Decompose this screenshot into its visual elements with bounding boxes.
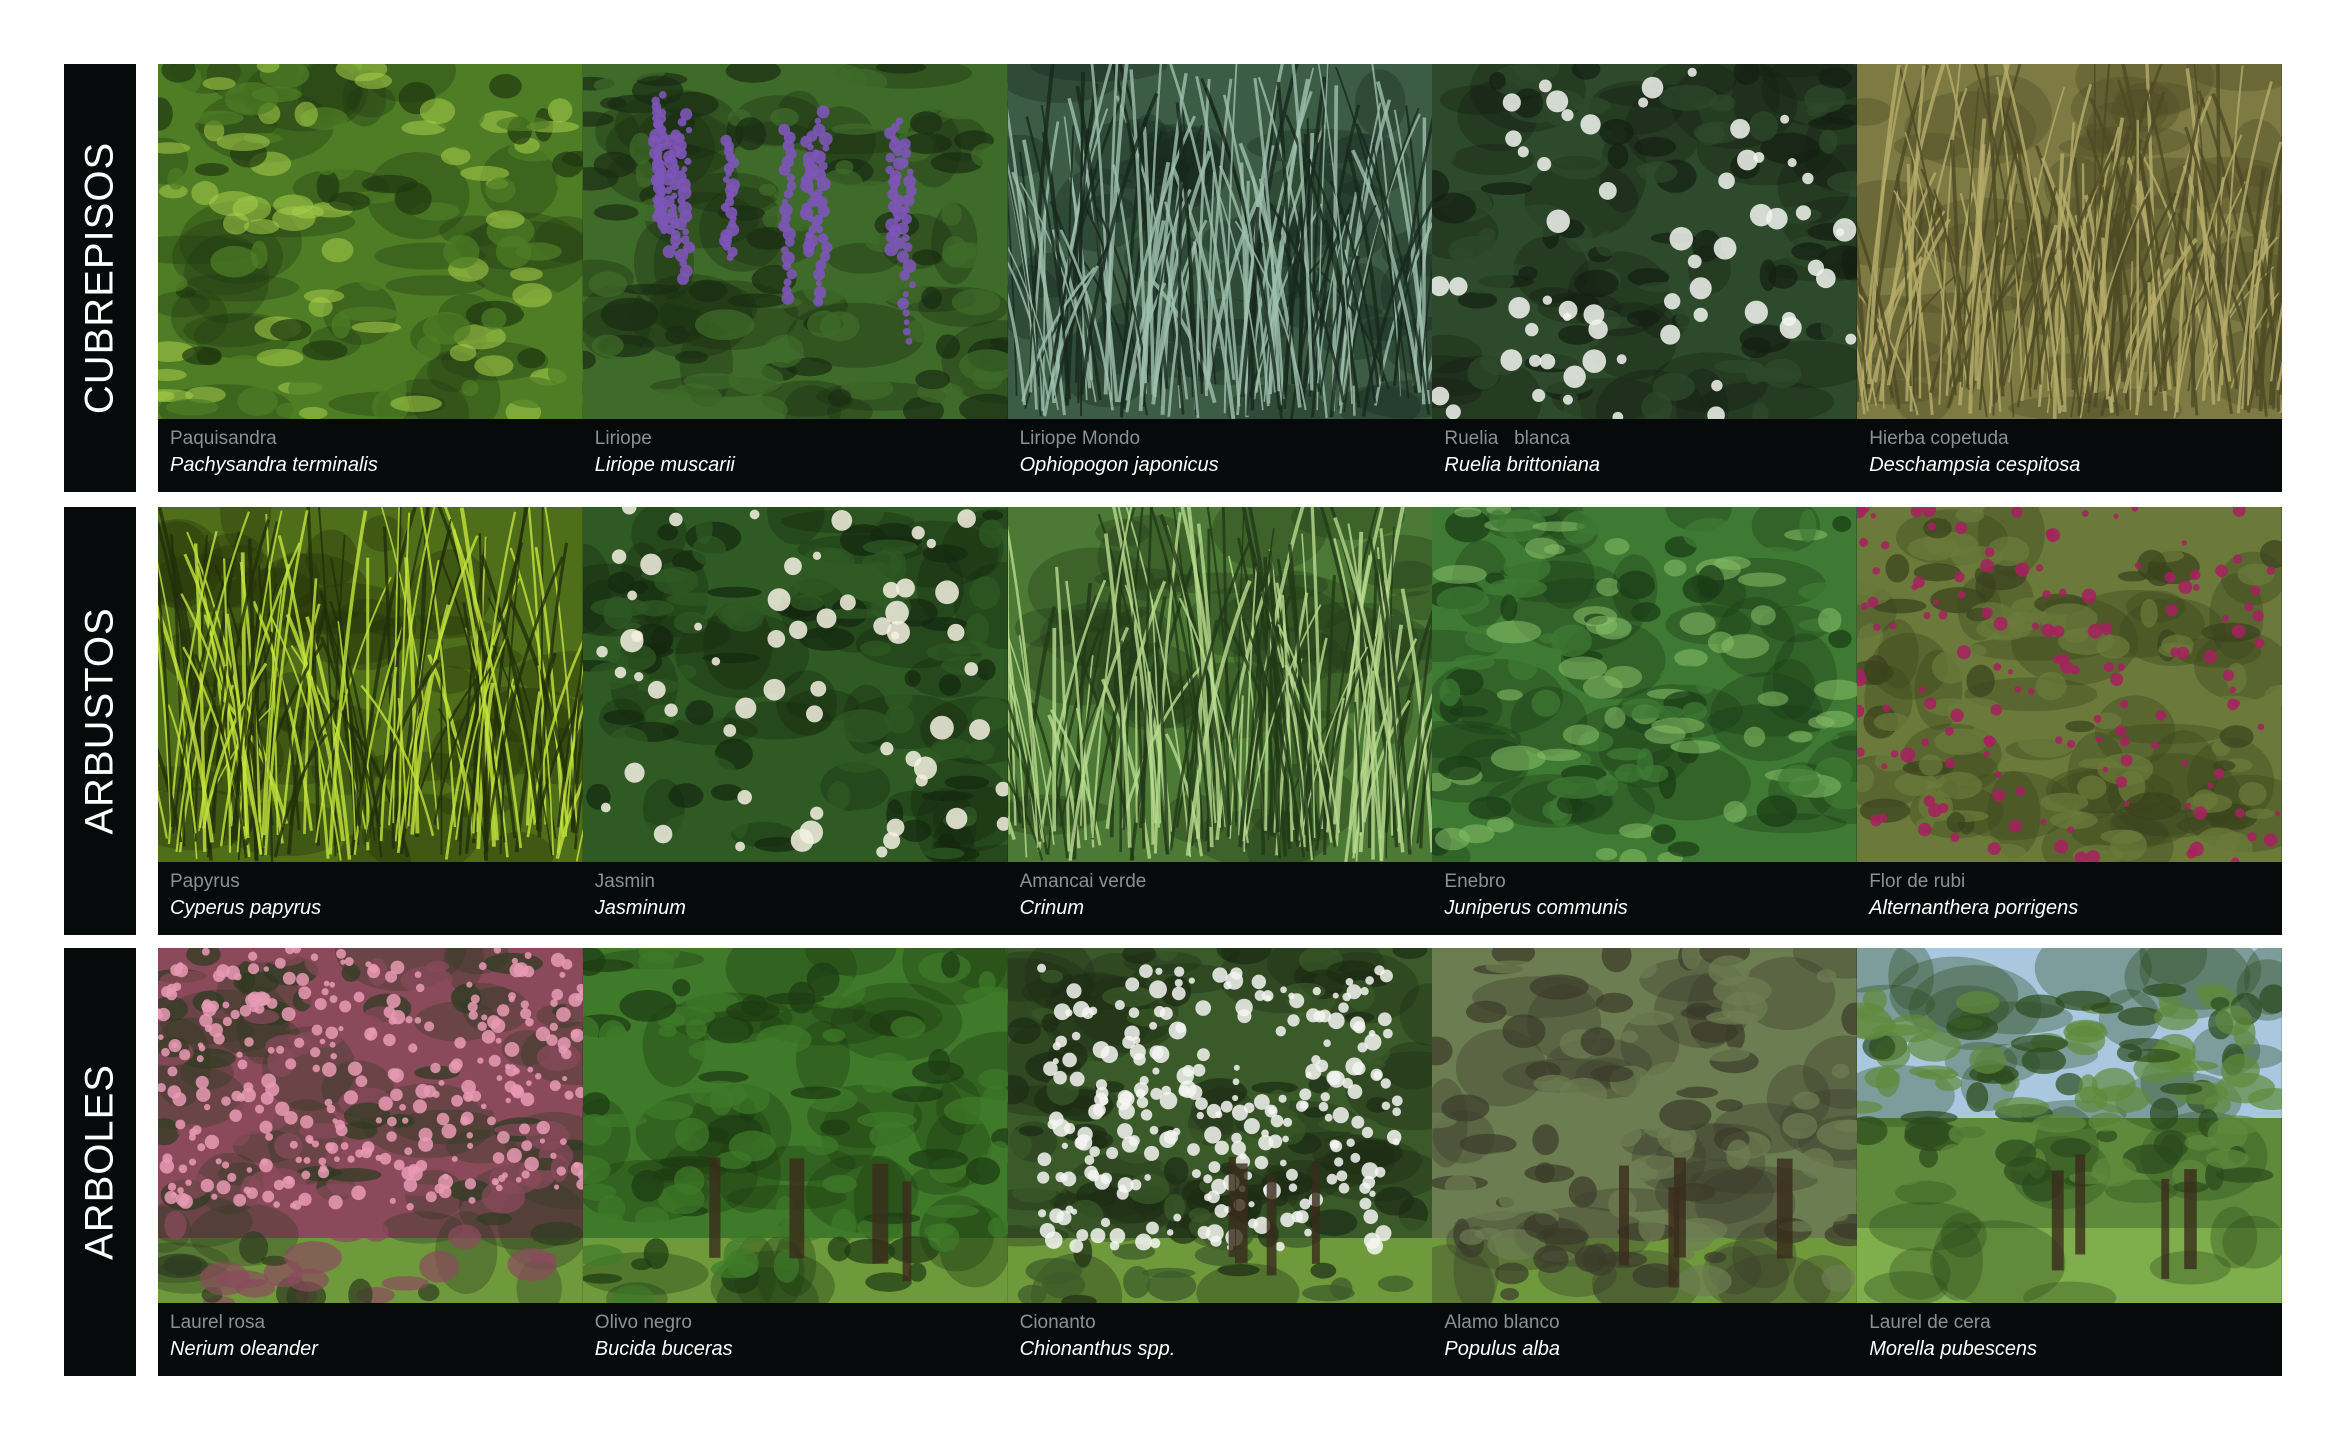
plant-photo <box>1432 507 1858 862</box>
plant-photo <box>158 948 583 1303</box>
plant-card: Laurel de cera Morella pubescens <box>1857 948 2282 1376</box>
category-label-bar: ARBOLES <box>64 948 136 1376</box>
plant-scientific-name: Bucida buceras <box>594 1338 733 1360</box>
plant-scientific-name: Morella pubescens <box>1869 1338 2038 1360</box>
plant-caption: Laurel rosa Nerium oleander <box>170 1311 575 1363</box>
plant-photo <box>158 507 583 862</box>
category-row-cubrepisos: CUBREPISOS Paquisandra Pachysandra termi… <box>64 64 2282 492</box>
plant-caption: Amancai verde Crinum <box>1020 870 1425 922</box>
plant-photo <box>1857 507 2282 862</box>
plant-cards: Paquisandra Pachysandra terminalis Lirio… <box>158 64 2282 492</box>
plant-caption: Liriope Mondo Ophiopogon japonicus <box>1020 427 1425 479</box>
plant-common-name: Olivo negro <box>594 1312 692 1333</box>
plant-common-name: Liriope Mondo <box>1019 428 1141 449</box>
plant-photo <box>1857 948 2282 1303</box>
plant-caption: Hierba copetuda Deschampsia cespitosa <box>1869 427 2274 479</box>
plant-common-name: Laurel rosa <box>170 1312 266 1333</box>
plant-photo <box>582 64 1008 419</box>
plant-scientific-name: Crinum <box>1019 897 1085 919</box>
plant-card: Laurel rosa Nerium oleander <box>158 948 583 1376</box>
plant-common-name: Cionanto <box>1019 1312 1096 1333</box>
plant-card: Liriope Mondo Ophiopogon japonicus <box>1007 64 1433 492</box>
plant-caption: Cionanto Chionanthus spp. <box>1020 1311 1425 1363</box>
plant-caption: Alamo blanco Populus alba <box>1444 1311 1849 1363</box>
plant-common-name: Flor de rubi <box>1869 871 1966 892</box>
plant-card: Papyrus Cyperus papyrus <box>158 507 583 935</box>
plant-card: Enebro Juniperus communis <box>1432 507 1858 935</box>
plant-card: Paquisandra Pachysandra terminalis <box>158 64 583 492</box>
category-label: ARBUSTOS <box>77 607 122 835</box>
plant-scientific-name: Liriope muscarii <box>594 454 735 476</box>
plant-caption: Liriope Liriope muscarii <box>595 427 1000 479</box>
plant-common-name: Laurel de cera <box>1869 1312 1991 1333</box>
plant-caption: Laurel de cera Morella pubescens <box>1869 1311 2274 1363</box>
plant-cards: Papyrus Cyperus papyrus Jasmin Jasminum … <box>158 507 2282 935</box>
plant-photo <box>158 64 583 419</box>
plant-scientific-name: Ruelia brittoniana <box>1444 454 1601 476</box>
plant-common-name: Amancai verde <box>1019 871 1147 892</box>
plant-scientific-name: Alternanthera porrigens <box>1869 897 2079 919</box>
plant-photo <box>1432 948 1858 1303</box>
plant-card: Hierba copetuda Deschampsia cespitosa <box>1857 64 2282 492</box>
plant-caption: Flor de rubi Alternanthera porrigens <box>1869 870 2274 922</box>
category-row-arbustos: ARBUSTOS Papyrus Cyperus papyrus Jasmin … <box>64 507 2282 935</box>
category-label-bar: ARBUSTOS <box>64 507 136 935</box>
plant-card: Alamo blanco Populus alba <box>1432 948 1858 1376</box>
plant-scientific-name: Nerium oleander <box>170 1338 318 1360</box>
category-label-bar: CUBREPISOS <box>64 64 136 492</box>
plant-scientific-name: Cyperus papyrus <box>170 897 322 919</box>
plant-common-name: Papyrus <box>170 871 240 892</box>
plant-common-name: Paquisandra <box>170 428 277 449</box>
plant-cards: Laurel rosa Nerium oleander Olivo negro … <box>158 948 2282 1376</box>
plant-scientific-name: Jasminum <box>594 897 686 919</box>
plant-common-name: Liriope <box>594 428 652 449</box>
plant-photo <box>1007 948 1433 1303</box>
plant-photo <box>1857 64 2282 419</box>
category-row-arboles: ARBOLES Laurel rosa Nerium oleander Oliv… <box>64 948 2282 1376</box>
plant-card: Flor de rubi Alternanthera porrigens <box>1857 507 2282 935</box>
plant-scientific-name: Juniperus communis <box>1444 897 1628 919</box>
plant-photo <box>1007 64 1433 419</box>
plant-scientific-name: Pachysandra terminalis <box>170 454 378 476</box>
plant-card: Amancai verde Crinum <box>1007 507 1433 935</box>
plant-scientific-name: Chionanthus spp. <box>1019 1338 1176 1360</box>
plant-scientific-name: Ophiopogon japonicus <box>1019 454 1219 476</box>
plant-photo <box>1432 64 1858 419</box>
plant-photo <box>582 507 1008 862</box>
category-label: CUBREPISOS <box>77 141 122 415</box>
plant-caption: Ruelia blanca Ruelia brittoniana <box>1444 427 1849 479</box>
plant-card: Olivo negro Bucida buceras <box>582 948 1008 1376</box>
plant-card: Cionanto Chionanthus spp. <box>1007 948 1433 1376</box>
plant-photo <box>582 948 1008 1303</box>
plant-caption: Enebro Juniperus communis <box>1444 870 1849 922</box>
plant-caption: Jasmin Jasminum <box>595 870 1000 922</box>
plant-caption: Paquisandra Pachysandra terminalis <box>170 427 575 479</box>
plant-common-name: Ruelia blanca <box>1444 428 1571 449</box>
plant-common-name: Alamo blanco <box>1444 1312 1560 1333</box>
plant-common-name: Hierba copetuda <box>1869 428 2009 449</box>
plant-card: Liriope Liriope muscarii <box>582 64 1008 492</box>
plant-caption: Olivo negro Bucida buceras <box>595 1311 1000 1363</box>
plant-card: Ruelia blanca Ruelia brittoniana <box>1432 64 1858 492</box>
plant-common-name: Jasmin <box>594 871 655 892</box>
plant-card: Jasmin Jasminum <box>582 507 1008 935</box>
plant-scientific-name: Populus alba <box>1444 1338 1561 1360</box>
plant-common-name: Enebro <box>1444 871 1506 892</box>
plant-photo <box>1007 507 1433 862</box>
category-label: ARBOLES <box>77 1064 122 1260</box>
plant-scientific-name: Deschampsia cespitosa <box>1869 454 2081 476</box>
plant-caption: Papyrus Cyperus papyrus <box>170 870 575 922</box>
